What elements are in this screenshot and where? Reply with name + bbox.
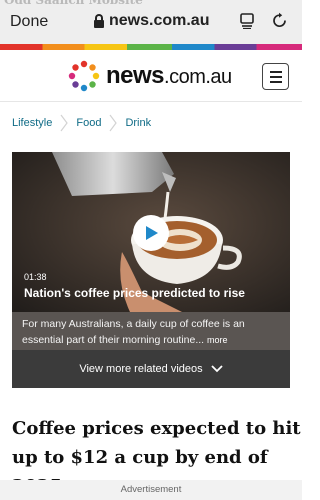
video-description: For many Australians, a daily cup of cof… <box>12 312 290 350</box>
background-page-heading: Odd Saanch Mobsite <box>4 0 143 7</box>
logo-mark-icon <box>68 60 100 92</box>
chevron-right-icon <box>60 114 69 132</box>
related-videos-button[interactable]: View more related videos <box>12 350 290 388</box>
related-videos-label: View more related videos <box>79 363 203 375</box>
breadcrumb-food[interactable]: Food <box>76 117 101 129</box>
lock-icon <box>94 14 104 28</box>
video-title: Nation's coffee prices predicted to rise <box>24 286 245 300</box>
menu-button[interactable] <box>262 63 289 90</box>
breadcrumb: Lifestyle Food Drink <box>12 112 151 134</box>
logo-text: news.com.au <box>106 62 232 89</box>
done-button[interactable]: Done <box>10 13 48 31</box>
advertisement-label: Advertisement <box>0 480 302 500</box>
browser-toolbar: Odd Saanch Mobsite Done news.com.au <box>0 0 302 44</box>
play-button[interactable] <box>133 215 169 251</box>
breadcrumb-drink[interactable]: Drink <box>125 117 151 129</box>
breadcrumb-lifestyle[interactable]: Lifestyle <box>12 117 52 129</box>
chevron-down-icon <box>211 365 223 373</box>
tabs-icon[interactable] <box>240 13 254 29</box>
address-bar[interactable]: news.com.au <box>94 12 209 30</box>
url-text: news.com.au <box>109 12 210 29</box>
more-link[interactable]: more <box>207 335 228 345</box>
video-player[interactable]: 01:38 Nation's coffee prices predicted t… <box>12 152 290 388</box>
site-header: news.com.au <box>0 50 302 102</box>
play-icon <box>146 226 158 240</box>
reload-icon[interactable] <box>271 12 289 30</box>
chevron-right-icon <box>109 114 118 132</box>
video-duration: 01:38 <box>24 272 47 282</box>
site-logo[interactable]: news.com.au <box>68 59 232 93</box>
